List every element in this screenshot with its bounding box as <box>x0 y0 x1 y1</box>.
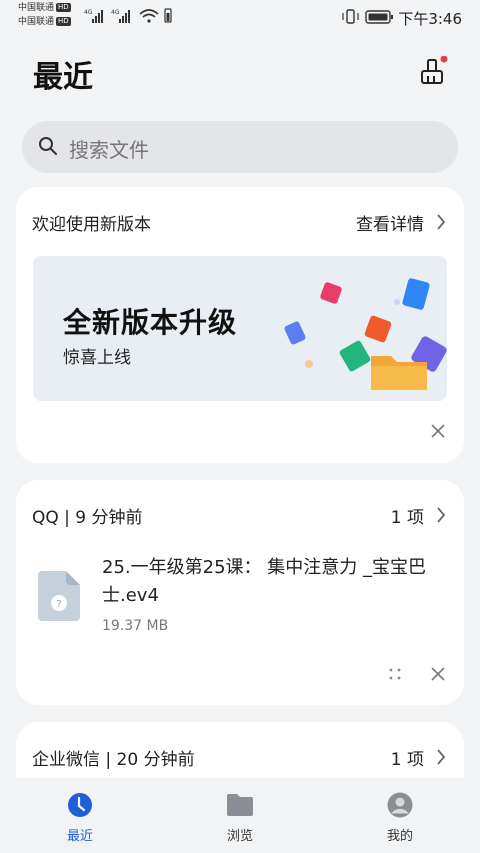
file-size: 19.37 MB <box>102 618 169 634</box>
svg-text:?: ? <box>56 599 61 610</box>
status-time: 下午3:46 <box>398 10 462 28</box>
bottom-nav: 最近 浏览 我的 <box>0 778 480 853</box>
nav-browse[interactable]: 浏览 <box>200 778 280 853</box>
carrier-2: 中国联通 HD <box>18 17 71 27</box>
close-icon[interactable] <box>430 423 446 439</box>
chevron-right-icon[interactable] <box>436 507 446 523</box>
qq-card-title: QQ | 9 分钟前 <box>32 508 143 528</box>
page-title: 最近 <box>33 60 93 95</box>
welcome-card-title: 欢迎使用新版本 <box>32 215 151 235</box>
carrier-1: 中国联通 HD <box>18 3 71 13</box>
banner-subtitle: 惊喜上线 <box>63 348 131 368</box>
svg-text:4G: 4G <box>84 9 93 16</box>
svg-text:4G: 4G <box>111 9 120 16</box>
nav-browse-label: 浏览 <box>226 829 253 844</box>
profile-icon <box>387 792 413 818</box>
close-icon[interactable] <box>430 666 446 682</box>
unknown-file-icon[interactable]: ? <box>36 571 82 621</box>
expand-icon[interactable] <box>388 667 402 681</box>
search-bar[interactable]: 搜索文件 <box>22 121 458 173</box>
nav-mine-label: 我的 <box>386 829 413 844</box>
nav-recent[interactable]: 最近 <box>40 778 120 853</box>
broom-icon[interactable] <box>418 56 448 86</box>
qq-card: QQ | 9 分钟前 1 项 ? 25.一年级第25课： 集中注意力 _宝宝巴士… <box>16 480 464 705</box>
banner-illustration <box>284 278 447 390</box>
status-bar: 中国联通 HD 中国联通 HD 4G 4G 下午3:46 <box>0 0 480 34</box>
chevron-right-icon[interactable] <box>436 749 446 765</box>
vibrate-battery-icons <box>342 9 393 24</box>
wechat-item-count[interactable]: 1 项 <box>391 745 424 770</box>
folder-icon <box>227 794 253 816</box>
file-name[interactable]: 25.一年级第25课： 集中注意力 _宝宝巴士.ev4 <box>102 554 432 610</box>
search-placeholder: 搜索文件 <box>69 138 149 162</box>
new-version-banner[interactable]: 全新版本升级 惊喜上线 <box>33 256 447 401</box>
nav-mine[interactable]: 我的 <box>360 778 440 853</box>
clock-icon <box>68 793 92 817</box>
signal-wifi-battery-icons: 4G 4G <box>84 8 172 23</box>
welcome-card: 欢迎使用新版本 查看详情 全新版本升级 惊喜上线 <box>16 187 464 463</box>
qq-item-count[interactable]: 1 项 <box>391 503 424 528</box>
banner-title: 全新版本升级 <box>63 306 238 339</box>
view-details-link[interactable]: 查看详情 <box>356 210 424 235</box>
wechat-card-title: 企业微信 | 20 分钟前 <box>32 750 195 770</box>
search-icon <box>39 137 57 155</box>
nav-recent-label: 最近 <box>66 829 93 844</box>
chevron-right-icon[interactable] <box>436 214 446 230</box>
